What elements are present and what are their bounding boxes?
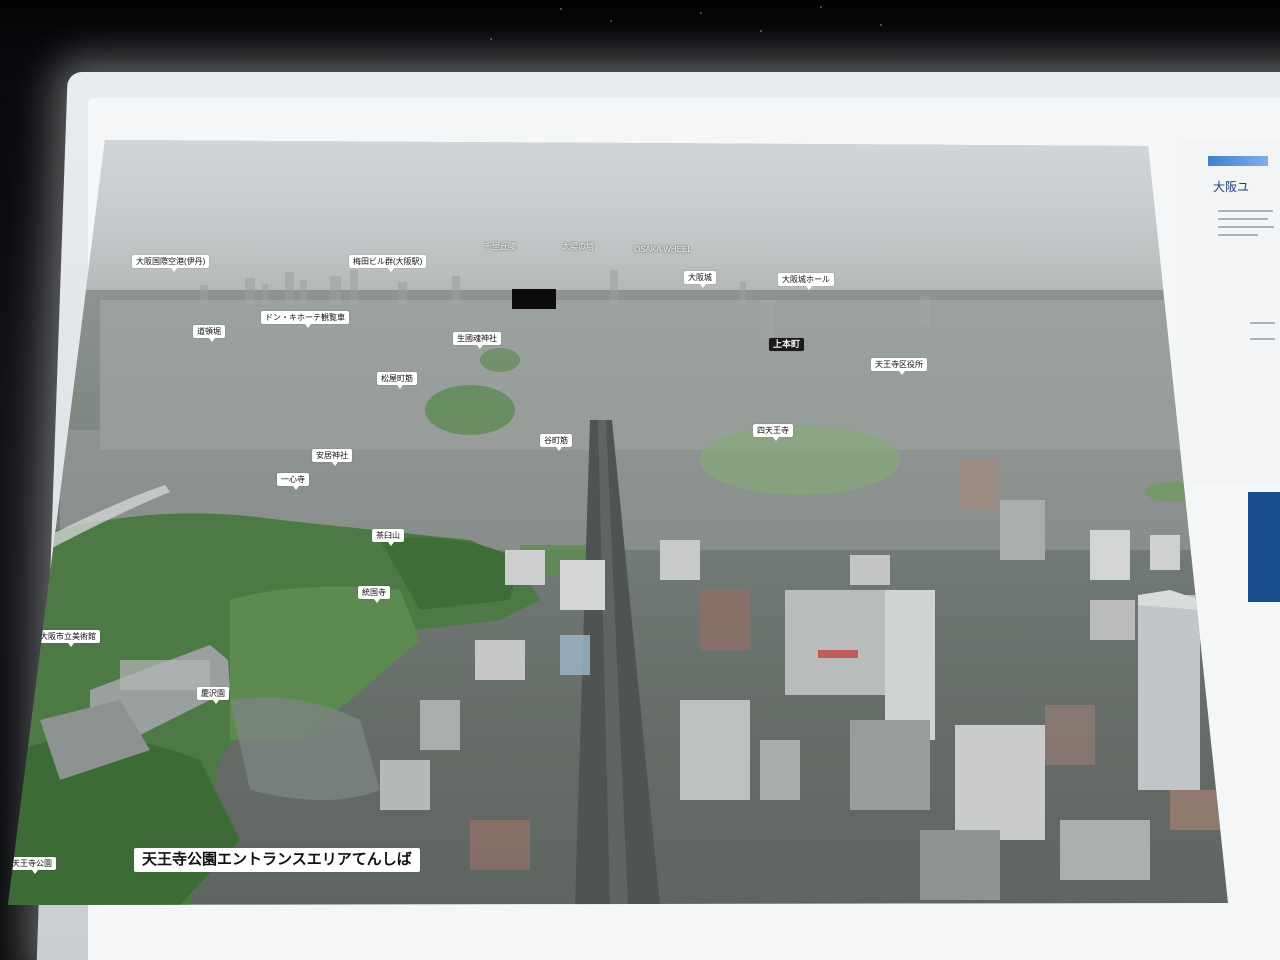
label-senri-hills: 千里丘陵 bbox=[484, 242, 516, 251]
label-shitennoji: 四天王寺 bbox=[753, 424, 793, 441]
label-tokokuji: 統国寺 bbox=[358, 586, 390, 603]
label-osaka-wheel: OSAKA WHEEL bbox=[634, 245, 692, 254]
side-text-line bbox=[1218, 210, 1273, 212]
label-tennoji-park: 天王寺公園 bbox=[8, 857, 56, 874]
side-blue-panel bbox=[1248, 492, 1280, 602]
side-text-line bbox=[1218, 234, 1258, 236]
label-tenshiba-entrance: 天王寺公園エントランスエリアてんしば bbox=[134, 848, 420, 872]
side-panel-logo bbox=[1208, 156, 1268, 166]
label-ikukunitama-shrine: 生國魂神社 bbox=[453, 332, 501, 349]
label-isshinji: 一心寺 bbox=[277, 473, 309, 490]
side-panel-title: 大阪ユ bbox=[1213, 180, 1250, 194]
side-text-line bbox=[1218, 218, 1268, 220]
side-text-line bbox=[1218, 226, 1274, 228]
label-tower-of-sun: 太陽の塔 bbox=[562, 242, 594, 251]
label-donki-ferris-wheel: ドン・キホーテ観覧車 bbox=[261, 311, 349, 328]
label-umeda-buildings: 梅田ビル群(大阪駅) bbox=[349, 255, 427, 272]
label-keitakuen: 慶沢園 bbox=[197, 687, 229, 704]
label-matsuyamachi-street: 松屋町筋 bbox=[377, 372, 417, 389]
label-chausuyama: 茶臼山 bbox=[372, 529, 404, 546]
label-dotonbori: 道頓堀 bbox=[193, 325, 225, 342]
side-text-line bbox=[1250, 338, 1275, 340]
side-text-line bbox=[1250, 322, 1275, 324]
photo-scene: 大阪ユ 大阪国際空港(伊丹) 梅田ビル群(大阪駅) 千里丘陵 太陽の塔 OSAK… bbox=[0, 0, 1280, 960]
label-osaka-art-museum: 大阪市立美術館 bbox=[36, 630, 100, 647]
label-tanimachi-street: 谷町筋 bbox=[540, 434, 572, 451]
label-osaka-castle: 大阪城 bbox=[684, 271, 716, 288]
mid-city-blocks bbox=[60, 300, 1228, 550]
label-uehonmachi: 上本町 bbox=[769, 338, 805, 351]
label-yasui-shrine: 安居神社 bbox=[312, 449, 352, 466]
label-itami-airport: 大阪国際空港(伊丹) bbox=[132, 255, 210, 272]
label-tennoji-ward-office: 天王寺区役所 bbox=[871, 358, 927, 375]
redaction-box bbox=[512, 289, 556, 309]
label-osaka-castle-hall: 大阪城ホール bbox=[778, 273, 834, 290]
pond bbox=[230, 697, 380, 800]
